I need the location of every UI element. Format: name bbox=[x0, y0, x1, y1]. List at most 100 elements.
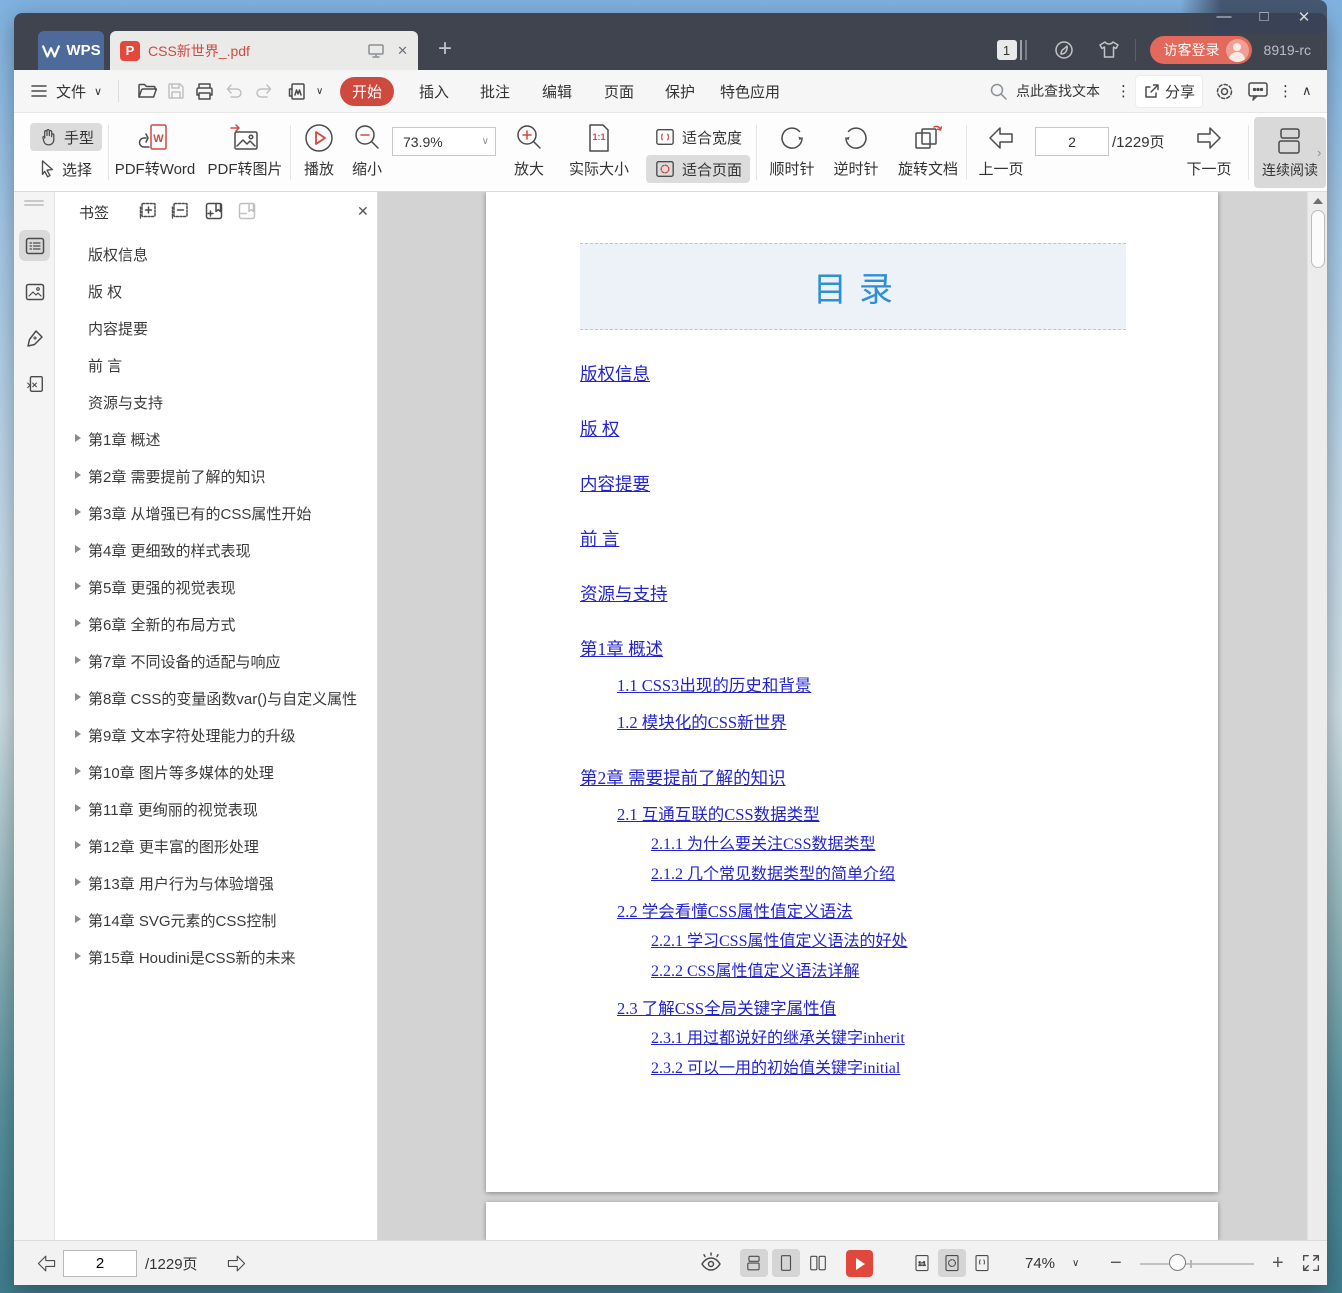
redo-icon[interactable] bbox=[254, 70, 274, 112]
comment-bubble-icon[interactable] bbox=[1247, 70, 1269, 112]
bookmark-item[interactable]: 第10章 图片等多媒体的处理 bbox=[55, 754, 377, 791]
caret-right-icon[interactable] bbox=[75, 804, 81, 812]
actual-size-button[interactable]: 1:1 实际大小 bbox=[564, 121, 634, 179]
select-tool-button[interactable]: 选择 bbox=[30, 155, 100, 183]
continuous-reading-button[interactable]: 连续阅读 bbox=[1254, 117, 1326, 188]
statusbar-actual-size-button[interactable]: 1:1 bbox=[908, 1249, 936, 1277]
open-file-icon[interactable] bbox=[136, 70, 158, 112]
play-button[interactable]: 播放 bbox=[296, 121, 342, 179]
tab-insert[interactable]: 插入 bbox=[419, 70, 449, 112]
bookmark-item[interactable]: 第15章 Houdini是CSS新的未来 bbox=[55, 939, 377, 976]
single-page-mode-button[interactable] bbox=[772, 1249, 800, 1277]
bookmark-item[interactable]: 第6章 全新的布局方式 bbox=[55, 606, 377, 643]
caret-right-icon[interactable] bbox=[75, 434, 81, 442]
toc-link[interactable]: 2.2.1 学习CSS属性值定义语法的好处 bbox=[651, 933, 907, 950]
bookmark-item[interactable]: 第1章 概述 bbox=[55, 421, 377, 458]
statusbar-next-page-button[interactable] bbox=[224, 1251, 249, 1276]
caret-right-icon[interactable] bbox=[75, 545, 81, 553]
document-count-badge[interactable]: 1 bbox=[997, 40, 1017, 60]
expand-all-icon[interactable] bbox=[138, 201, 158, 221]
page-number-input[interactable]: 2 bbox=[1035, 127, 1109, 156]
fit-page-button[interactable]: 适合页面 bbox=[646, 155, 750, 183]
to-word-panel-icon[interactable] bbox=[19, 368, 50, 399]
rotate-document-button[interactable]: 旋转文档 bbox=[890, 121, 966, 179]
bookmark-item[interactable]: 第8章 CSS的变量函数var()与自定义属性 bbox=[55, 680, 377, 717]
hand-tool-button[interactable]: 手型 bbox=[30, 123, 102, 151]
toc-link[interactable]: 版权信息 bbox=[580, 364, 650, 384]
facing-pages-mode-button[interactable] bbox=[804, 1249, 832, 1277]
toc-link[interactable]: 2.1.2 几个常见数据类型的简单介绍 bbox=[651, 866, 895, 883]
caret-right-icon[interactable] bbox=[75, 767, 81, 775]
toc-link[interactable]: 1.1 CSS3出现的历史和背景 bbox=[617, 676, 811, 695]
search-icon[interactable] bbox=[989, 70, 1008, 112]
skin-tshirt-icon[interactable] bbox=[1097, 39, 1121, 61]
rotate-counterclockwise-button[interactable]: 逆时针 bbox=[826, 121, 886, 179]
toc-link[interactable]: 2.2 学会看懂CSS属性值定义语法 bbox=[617, 902, 853, 921]
bookmark-item[interactable]: 第13章 用户行为与体验增强 bbox=[55, 865, 377, 902]
statusbar-play-button[interactable] bbox=[846, 1250, 873, 1277]
undo-icon[interactable] bbox=[224, 70, 244, 112]
toc-link[interactable]: 2.1.1 为什么要关注CSS数据类型 bbox=[651, 836, 875, 853]
panel-drag-handle[interactable] bbox=[24, 200, 44, 202]
print-icon[interactable] bbox=[194, 70, 215, 112]
hamburger-menu-icon[interactable] bbox=[30, 70, 48, 112]
bookmark-item[interactable]: 第9章 文本字符处理能力的升级 bbox=[55, 717, 377, 754]
toc-link[interactable]: 2.2.2 CSS属性值定义语法详解 bbox=[651, 963, 859, 980]
collapse-all-icon[interactable] bbox=[170, 201, 190, 221]
fullscreen-icon[interactable] bbox=[1300, 1252, 1322, 1274]
statusbar-page-input[interactable]: 2 bbox=[63, 1250, 137, 1277]
continuous-mode-button[interactable] bbox=[740, 1249, 768, 1277]
document-area[interactable]: 目录 版权信息 版 权 bbox=[378, 192, 1307, 1240]
images-panel-icon[interactable] bbox=[19, 276, 50, 307]
toc-link[interactable]: 2.3.1 用过都说好的继承关键字inherit bbox=[651, 1030, 905, 1047]
caret-right-icon[interactable] bbox=[75, 730, 81, 738]
bookmark-item[interactable]: 第12章 更丰富的图形处理 bbox=[55, 828, 377, 865]
file-menu[interactable]: 文件 bbox=[56, 70, 86, 112]
tab-featured-apps[interactable]: 特色应用 bbox=[720, 70, 780, 112]
statusbar-zoom-value[interactable]: 74% bbox=[1025, 1241, 1055, 1286]
collapse-ribbon-icon[interactable]: ∧ bbox=[1302, 70, 1312, 112]
search-input[interactable]: 点此查找文本 bbox=[1016, 70, 1100, 112]
annotation-pen-icon[interactable] bbox=[19, 322, 50, 353]
bookmark-item[interactable]: 版权信息 bbox=[55, 236, 377, 273]
remove-bookmark-icon[interactable] bbox=[237, 201, 257, 221]
toc-link[interactable]: 第1章 概述 bbox=[580, 639, 663, 659]
toc-link[interactable]: 2.1 互通互联的CSS数据类型 bbox=[617, 805, 820, 824]
save-icon[interactable] bbox=[166, 70, 186, 112]
new-tab-button[interactable]: + bbox=[438, 35, 452, 63]
caret-right-icon[interactable] bbox=[75, 471, 81, 479]
wps-home-tab[interactable]: WPS bbox=[38, 31, 104, 70]
zoom-slider-thumb[interactable] bbox=[1169, 1254, 1186, 1271]
caret-right-icon[interactable] bbox=[75, 952, 81, 960]
add-bookmark-icon[interactable] bbox=[204, 201, 224, 221]
zoom-slider-track[interactable] bbox=[1140, 1263, 1254, 1265]
toc-link[interactable]: 资源与支持 bbox=[580, 584, 668, 604]
minimize-button[interactable]: — bbox=[1215, 8, 1233, 25]
toc-link[interactable]: 1.2 模块化的CSS新世界 bbox=[617, 713, 787, 732]
bookmark-item[interactable]: 资源与支持 bbox=[55, 384, 377, 421]
vertical-scrollbar[interactable] bbox=[1307, 192, 1327, 1240]
leaf-circle-icon[interactable] bbox=[1053, 39, 1075, 61]
zoom-in-button[interactable]: 放大 bbox=[506, 121, 552, 179]
zoom-slider-plus[interactable]: + bbox=[1272, 1241, 1284, 1286]
statusbar-zoom-dropdown-icon[interactable]: ∨ bbox=[1072, 1241, 1079, 1286]
rotate-clockwise-button[interactable]: 顺时针 bbox=[762, 121, 822, 179]
caret-right-icon[interactable] bbox=[75, 508, 81, 516]
share-button[interactable]: 分享 bbox=[1136, 76, 1202, 107]
caret-right-icon[interactable] bbox=[75, 915, 81, 923]
zoom-out-button[interactable]: 缩小 bbox=[344, 121, 390, 179]
toolbar-collapse-icon[interactable]: › bbox=[1317, 145, 1321, 160]
bookmark-item[interactable]: 第7章 不同设备的适配与响应 bbox=[55, 643, 377, 680]
pdf-to-word-button[interactable]: W PDF转Word bbox=[112, 121, 198, 179]
zoom-slider-minus[interactable]: − bbox=[1110, 1241, 1122, 1286]
scrollbar-thumb[interactable] bbox=[1311, 210, 1325, 268]
caret-right-icon[interactable] bbox=[75, 693, 81, 701]
file-menu-chevron-icon[interactable]: ∨ bbox=[94, 70, 102, 112]
bookmark-item[interactable]: 第5章 更强的视觉表现 bbox=[55, 569, 377, 606]
zoom-dropdown-icon[interactable]: ∨ bbox=[482, 136, 495, 147]
bookmark-item[interactable]: 版 权 bbox=[55, 273, 377, 310]
statusbar-prev-page-button[interactable] bbox=[34, 1251, 59, 1276]
caret-right-icon[interactable] bbox=[75, 582, 81, 590]
toc-link[interactable]: 2.3 了解CSS全局关键字属性值 bbox=[617, 999, 836, 1018]
bookmark-item[interactable]: 第4章 更细致的样式表现 bbox=[55, 532, 377, 569]
